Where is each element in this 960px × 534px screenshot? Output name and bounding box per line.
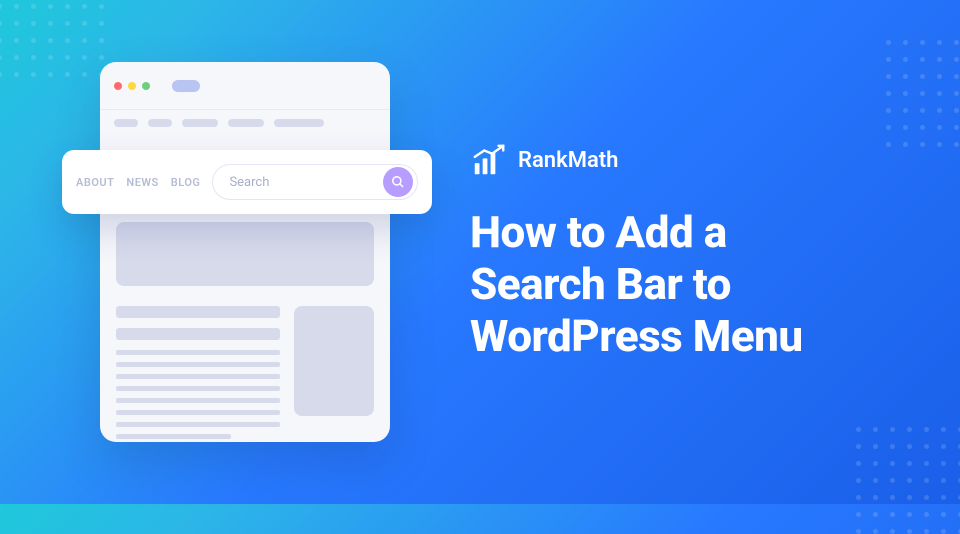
hero-placeholder	[116, 222, 374, 286]
wordpress-menu-bar: ABOUT NEWS BLOG Search	[62, 150, 432, 214]
placeholder-blob	[228, 119, 264, 127]
page-title: How to Add a Search Bar to WordPress Men…	[470, 207, 850, 363]
content: RankMath How to Add a Search Bar to Word…	[470, 141, 850, 363]
placeholder-blob	[182, 119, 218, 127]
placeholder-blob	[274, 119, 324, 127]
tab-placeholder	[172, 80, 200, 92]
traffic-lights	[114, 82, 150, 90]
rankmath-logo-icon	[470, 141, 508, 179]
browser-window	[100, 62, 390, 442]
decorative-dots	[856, 427, 960, 534]
decorative-dots	[886, 40, 960, 147]
page-body	[116, 222, 374, 442]
browser-chrome	[100, 62, 390, 110]
rankmath-logo: RankMath	[470, 141, 850, 179]
search-icon	[391, 175, 405, 189]
close-icon	[114, 82, 122, 90]
nav-link-about[interactable]: ABOUT	[76, 176, 114, 189]
browser-illustration: ABOUT NEWS BLOG Search	[80, 62, 410, 442]
search-placeholder: Search	[229, 175, 383, 190]
browser-toolbar	[100, 110, 390, 136]
sidebar-placeholder	[294, 306, 374, 416]
placeholder-blob	[148, 119, 172, 127]
maximize-icon	[142, 82, 150, 90]
placeholder-blob	[114, 119, 138, 127]
search-input[interactable]: Search	[212, 164, 418, 200]
nav-link-blog[interactable]: BLOG	[171, 176, 201, 189]
search-button[interactable]	[383, 167, 413, 197]
nav-link-news[interactable]: NEWS	[126, 176, 158, 189]
text-column	[116, 306, 280, 442]
minimize-icon	[128, 82, 136, 90]
logo-text: RankMath	[518, 148, 618, 173]
